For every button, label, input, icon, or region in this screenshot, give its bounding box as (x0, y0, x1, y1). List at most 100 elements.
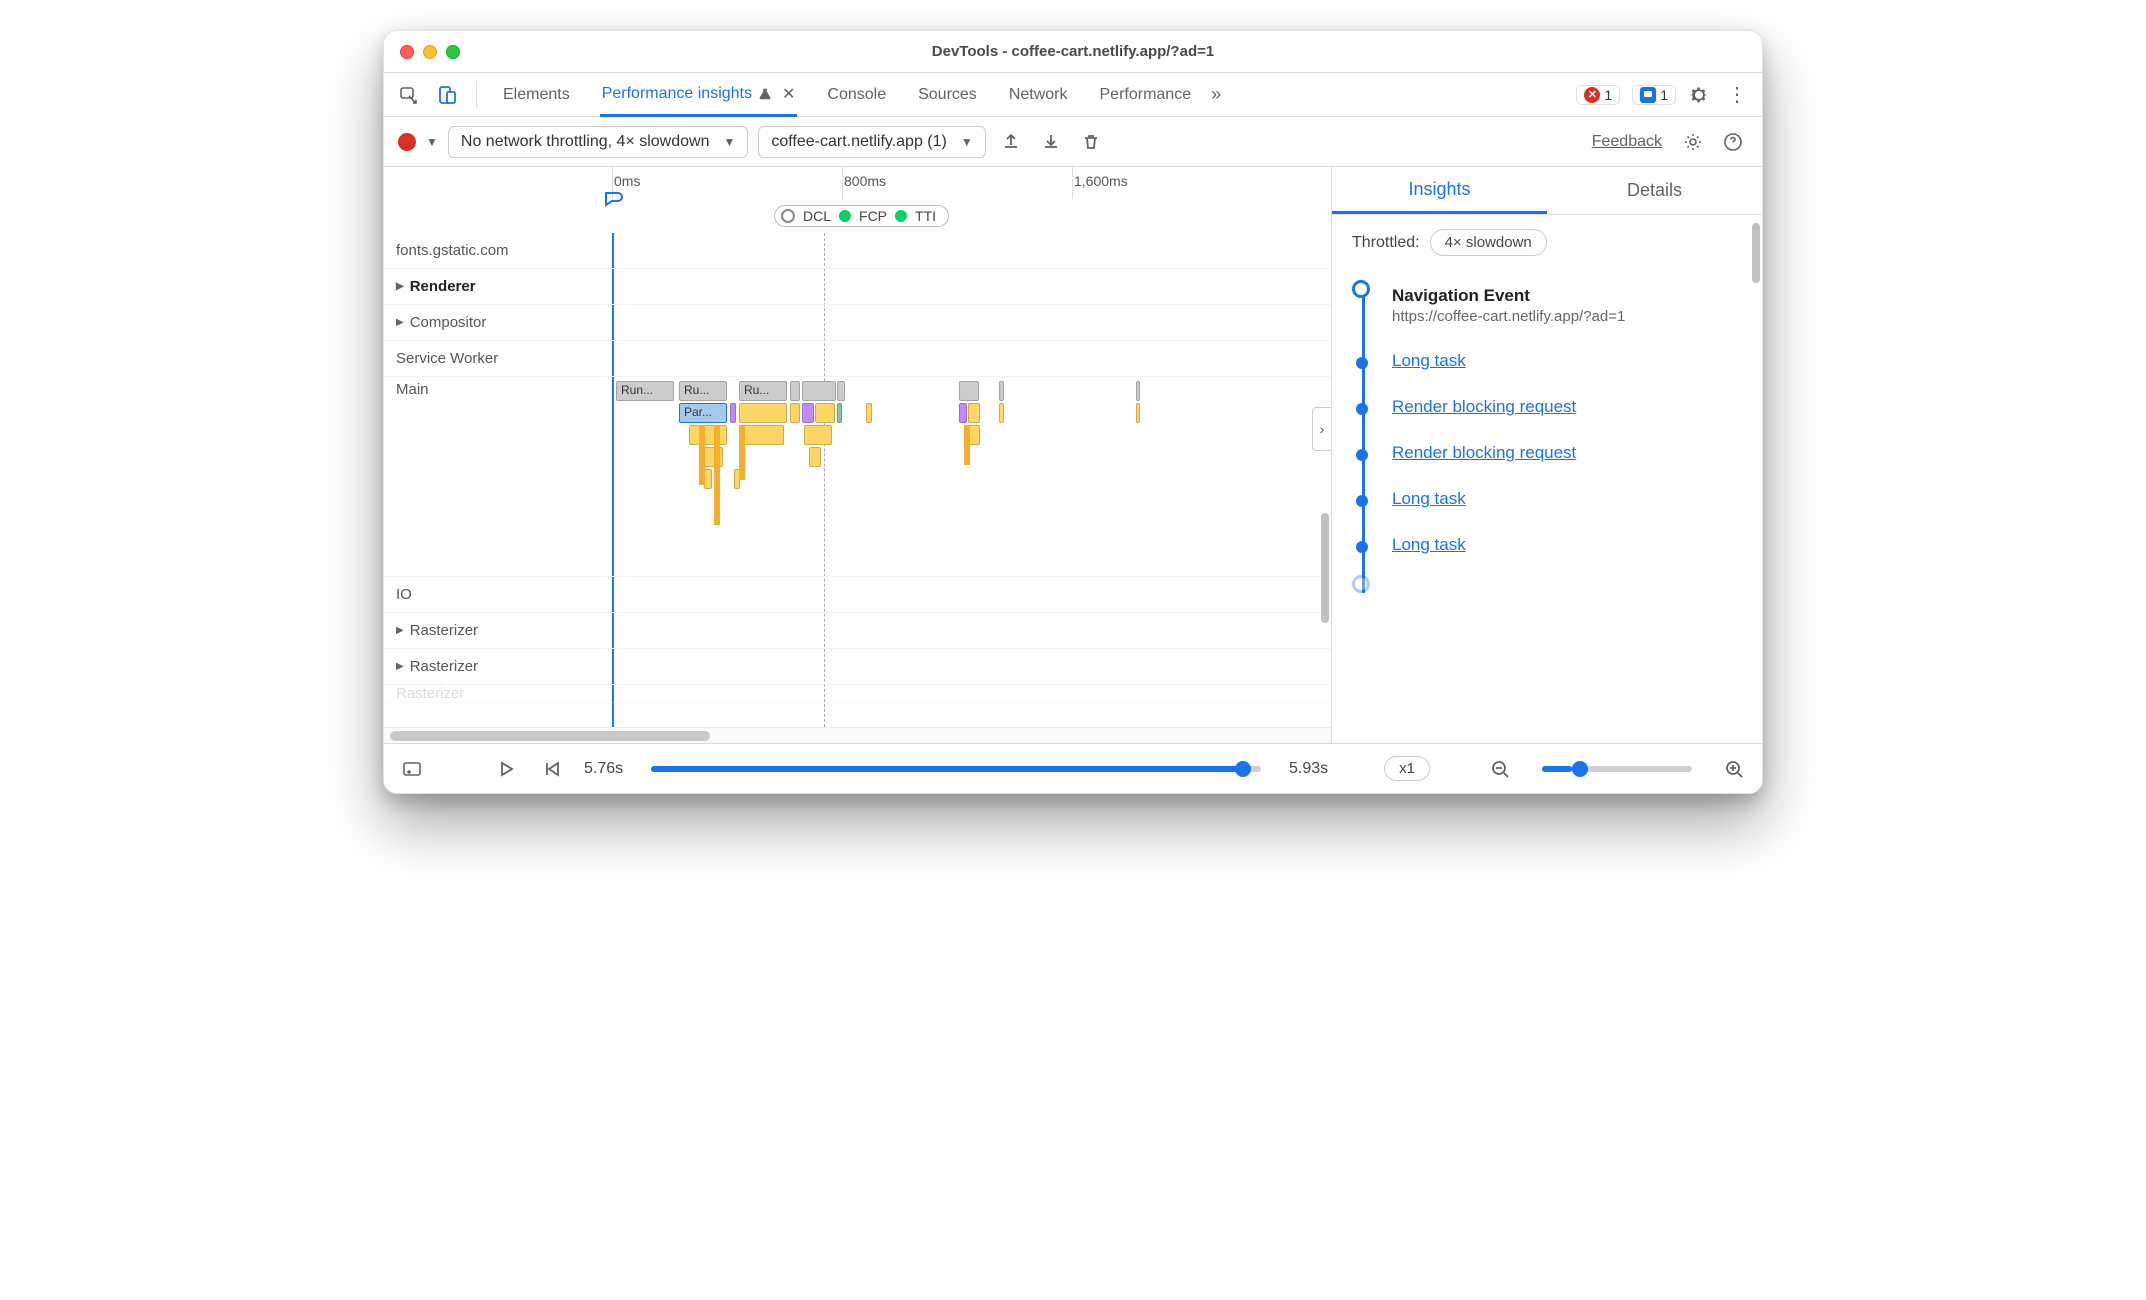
flame-block[interactable] (689, 425, 727, 445)
flame-block[interactable] (959, 403, 967, 423)
tab-elements[interactable]: Elements (501, 76, 572, 114)
flame-block[interactable] (959, 381, 979, 401)
issues-badge[interactable]: 1 (1632, 85, 1676, 105)
tab-performance[interactable]: Performance (1098, 76, 1194, 114)
flame-block[interactable] (730, 403, 736, 423)
expand-icon[interactable]: ▶ (396, 281, 404, 292)
zoom-in-icon[interactable] (1720, 755, 1748, 783)
record-menu-caret[interactable]: ▼ (426, 135, 438, 149)
track-row[interactable]: ▶Compositor (384, 305, 1331, 341)
insights-tabs: Insights Details (1332, 167, 1762, 215)
flame-block[interactable] (1136, 403, 1140, 423)
flame-bar[interactable] (699, 425, 705, 485)
rewind-icon[interactable] (538, 755, 566, 783)
track-row[interactable]: ▶Rasterizer (384, 649, 1331, 685)
track-list[interactable]: fonts.gstatic.com ▶Renderer ▶Compositor … (384, 233, 1331, 727)
zoom-out-icon[interactable] (1486, 755, 1514, 783)
event-item[interactable]: Long task (1386, 339, 1746, 383)
flame-block[interactable] (804, 425, 832, 445)
event-link[interactable]: Render blocking request (1392, 397, 1576, 416)
flame-block[interactable] (790, 403, 800, 423)
event-link[interactable]: Long task (1392, 489, 1466, 508)
devtools-tabbar: Elements Performance insights ✕ Console … (384, 73, 1762, 117)
playback-slider[interactable] (651, 766, 1261, 772)
flame-block[interactable] (837, 403, 842, 423)
event-navigation[interactable]: Navigation Event https://coffee-cart.net… (1386, 274, 1746, 337)
flame-block[interactable] (704, 469, 712, 489)
event-link[interactable]: Long task (1392, 535, 1466, 554)
panel-settings-icon[interactable] (1678, 127, 1708, 157)
event-item[interactable]: Long task (1386, 477, 1746, 521)
event-item[interactable]: Render blocking request (1386, 385, 1746, 429)
flame-bar[interactable] (714, 425, 720, 525)
zoom-window-button[interactable] (446, 45, 460, 59)
zoom-slider[interactable] (1542, 766, 1692, 772)
settings-icon[interactable] (1684, 80, 1714, 110)
close-tab-icon[interactable]: ✕ (782, 84, 795, 104)
flame-block[interactable]: Ru... (739, 381, 787, 401)
event-item[interactable]: Long task (1386, 523, 1746, 567)
expand-icon[interactable]: ▶ (396, 625, 404, 636)
track-row[interactable]: ▶Rasterizer (384, 613, 1331, 649)
device-toolbar-icon[interactable] (432, 80, 462, 110)
more-icon[interactable]: ⋮ (1722, 80, 1752, 110)
tab-details[interactable]: Details (1547, 167, 1762, 214)
expand-icon[interactable]: ▶ (396, 317, 404, 328)
flame-block[interactable] (999, 403, 1004, 423)
flame-block[interactable] (809, 447, 821, 467)
vertical-scrollbar[interactable] (1321, 353, 1329, 633)
flame-block[interactable] (1136, 381, 1140, 401)
flame-bar[interactable] (964, 425, 970, 465)
flame-block[interactable] (866, 403, 872, 423)
flame-block[interactable] (802, 403, 814, 423)
page-select[interactable]: coffee-cart.netlify.app (1) ▼ (758, 126, 985, 158)
event-link[interactable]: Long task (1392, 351, 1466, 370)
expand-sidebar-button[interactable]: › (1312, 407, 1332, 451)
track-row-main[interactable]: Main Run...Ru...Ru...Par... (384, 377, 1331, 577)
screenshot-toggle-icon[interactable] (398, 755, 426, 783)
help-icon[interactable] (1718, 127, 1748, 157)
flame-block[interactable]: Par... (679, 403, 727, 423)
flame-block[interactable]: Run... (616, 381, 674, 401)
tab-sources[interactable]: Sources (916, 76, 979, 114)
tab-performance-insights[interactable]: Performance insights ✕ (600, 74, 798, 117)
issue-icon (1640, 87, 1656, 103)
flame-block[interactable] (815, 403, 835, 423)
flame-block[interactable] (790, 381, 800, 401)
more-tabs-icon[interactable]: » (1201, 80, 1231, 110)
record-button[interactable] (398, 133, 416, 151)
vertical-scrollbar[interactable] (1752, 223, 1760, 283)
zoom-level-chip[interactable]: x1 (1384, 756, 1430, 781)
import-icon[interactable] (1036, 127, 1066, 157)
horizontal-scrollbar[interactable] (384, 727, 1331, 743)
tab-network[interactable]: Network (1007, 76, 1070, 114)
throttling-select[interactable]: No network throttling, 4× slowdown ▼ (448, 126, 748, 158)
dcl-marker-icon (781, 209, 795, 223)
flame-block[interactable] (739, 403, 787, 423)
metrics-pill[interactable]: DCL FCP TTI (774, 205, 949, 227)
throttle-chip[interactable]: 4× slowdown (1430, 229, 1547, 256)
tab-insights[interactable]: Insights (1332, 167, 1547, 214)
flame-block[interactable] (837, 381, 845, 401)
event-item[interactable]: Render blocking request (1386, 431, 1746, 475)
flame-block[interactable] (999, 381, 1004, 401)
tab-console[interactable]: Console (825, 76, 888, 114)
insights-content[interactable]: Throttled: 4× slowdown Navigation Event … (1332, 215, 1762, 743)
flame-block[interactable]: Ru... (679, 381, 727, 401)
play-icon[interactable] (492, 755, 520, 783)
minimize-window-button[interactable] (423, 45, 437, 59)
track-row[interactable]: ▶Renderer (384, 269, 1331, 305)
inspect-element-icon[interactable] (394, 80, 424, 110)
flame-block[interactable] (744, 425, 784, 445)
flame-block[interactable] (968, 403, 980, 423)
flame-bar[interactable] (739, 425, 745, 480)
export-icon[interactable] (996, 127, 1026, 157)
feedback-link[interactable]: Feedback (1592, 133, 1662, 151)
expand-icon[interactable]: ▶ (396, 661, 404, 672)
delete-icon[interactable] (1076, 127, 1106, 157)
error-badge[interactable]: ✕ 1 (1576, 85, 1620, 105)
event-link[interactable]: Render blocking request (1392, 443, 1576, 462)
close-window-button[interactable] (400, 45, 414, 59)
tti-marker-icon (895, 210, 907, 222)
flame-block[interactable] (802, 381, 836, 401)
